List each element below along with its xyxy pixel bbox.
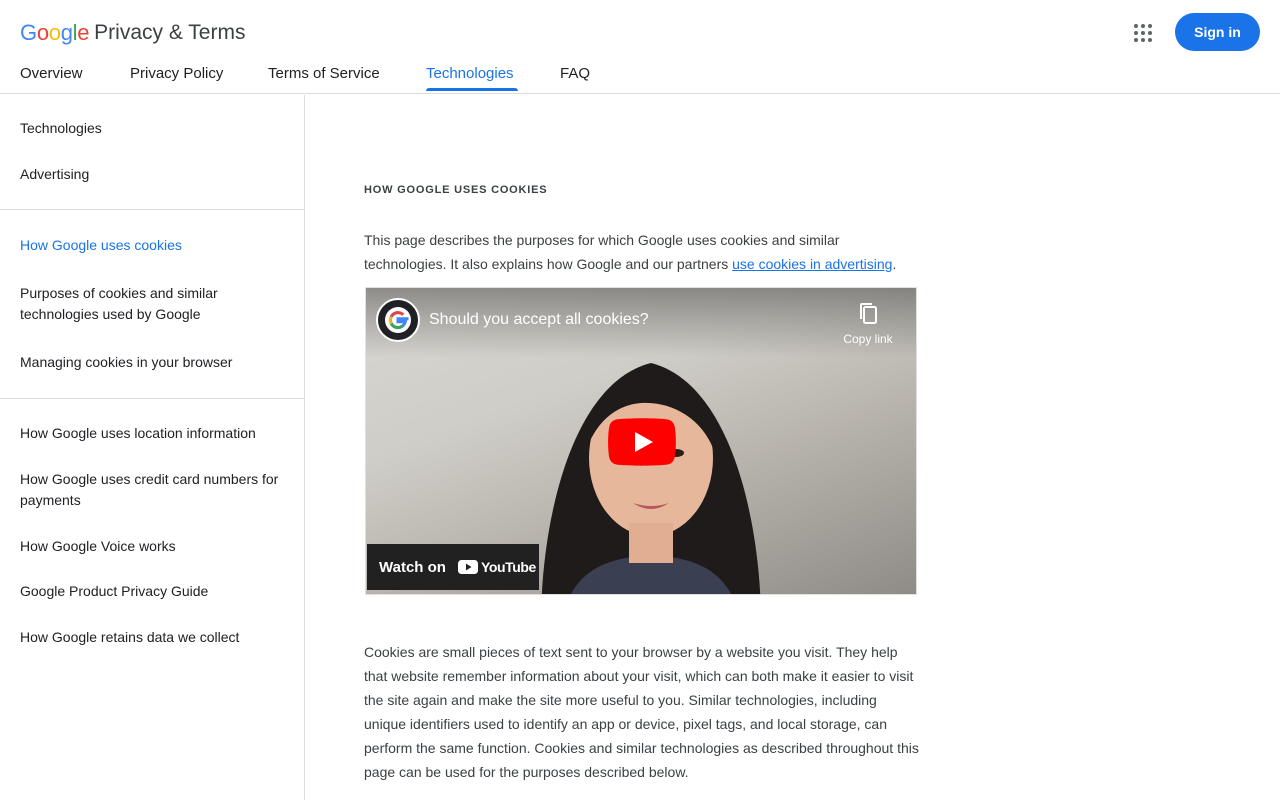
sidebar-item-product-privacy-guide[interactable]: Google Product Privacy Guide bbox=[20, 581, 285, 602]
logo-letter: G bbox=[20, 20, 37, 45]
watch-on-youtube-button[interactable]: Watch on YouTube bbox=[367, 544, 539, 590]
sidebar-item-managing-cookies[interactable]: Managing cookies in your browser bbox=[20, 352, 285, 373]
copy-link-button[interactable]: Copy link bbox=[836, 302, 900, 352]
page-eyebrow: HOW GOOGLE USES COOKIES bbox=[364, 184, 548, 196]
sidebar-item-credit-card-numbers[interactable]: How Google uses credit card numbers for … bbox=[20, 469, 285, 511]
tab-technologies[interactable]: Technologies bbox=[426, 65, 514, 82]
main-content: HOW GOOGLE USES COOKIES This page descri… bbox=[305, 95, 1280, 800]
google-channel-icon[interactable] bbox=[376, 298, 420, 342]
sidebar-item-google-voice[interactable]: How Google Voice works bbox=[20, 536, 285, 557]
sign-in-button[interactable]: Sign in bbox=[1175, 13, 1260, 51]
youtube-logo: YouTube bbox=[457, 559, 536, 575]
copy-icon bbox=[860, 303, 877, 324]
active-tab-indicator bbox=[426, 88, 518, 91]
watch-on-label: Watch on bbox=[379, 558, 446, 576]
nav-tabs: Overview Privacy Policy Terms of Service… bbox=[0, 58, 1280, 94]
tab-terms-of-service[interactable]: Terms of Service bbox=[268, 65, 380, 82]
intro-end: . bbox=[892, 256, 897, 272]
sidebar-item-technologies[interactable]: Technologies bbox=[20, 118, 285, 139]
google-logo: Google bbox=[20, 20, 89, 46]
youtube-label: YouTube bbox=[480, 559, 536, 575]
youtube-icon bbox=[457, 560, 478, 574]
tab-privacy-policy[interactable]: Privacy Policy bbox=[130, 65, 223, 82]
site-header: Google Privacy & Terms Sign in Overview … bbox=[0, 0, 1280, 94]
tab-overview[interactable]: Overview bbox=[20, 65, 83, 82]
video-title[interactable]: Should you accept all cookies? bbox=[429, 311, 649, 329]
logo-letter: o bbox=[36, 20, 49, 45]
sidebar-item-how-google-uses-cookies[interactable]: How Google uses cookies bbox=[20, 235, 285, 256]
play-icon[interactable] bbox=[608, 418, 676, 466]
intro-paragraph: This page describes the purposes for whi… bbox=[364, 228, 919, 276]
cookies-in-advertising-link[interactable]: use cookies in advertising bbox=[732, 256, 892, 272]
sidebar-item-advertising[interactable]: Advertising bbox=[20, 164, 285, 185]
sidebar-divider bbox=[0, 398, 304, 399]
sidebar-item-retains-data[interactable]: How Google retains data we collect bbox=[20, 627, 285, 648]
sidebar-divider bbox=[0, 209, 304, 210]
cookies-body-paragraph: Cookies are small pieces of text sent to… bbox=[364, 644, 919, 780]
sidebar-nav: Technologies Advertising How Google uses… bbox=[0, 95, 305, 800]
tab-faq[interactable]: FAQ bbox=[560, 65, 590, 82]
site-title: Privacy & Terms bbox=[94, 21, 246, 44]
video-embed[interactable]: Should you accept all cookies? Copy link… bbox=[365, 287, 917, 595]
copy-link-label: Copy link bbox=[843, 332, 893, 346]
logo-letter: g bbox=[60, 20, 73, 45]
apps-grid-icon[interactable] bbox=[1130, 20, 1156, 46]
logo-letter: e bbox=[77, 20, 90, 45]
brand[interactable]: Google Privacy & Terms bbox=[20, 20, 245, 46]
logo-letter: o bbox=[48, 20, 61, 45]
sidebar-item-location-information[interactable]: How Google uses location information bbox=[20, 423, 285, 444]
sidebar-item-purposes-of-cookies[interactable]: Purposes of cookies and similar technolo… bbox=[20, 283, 285, 325]
